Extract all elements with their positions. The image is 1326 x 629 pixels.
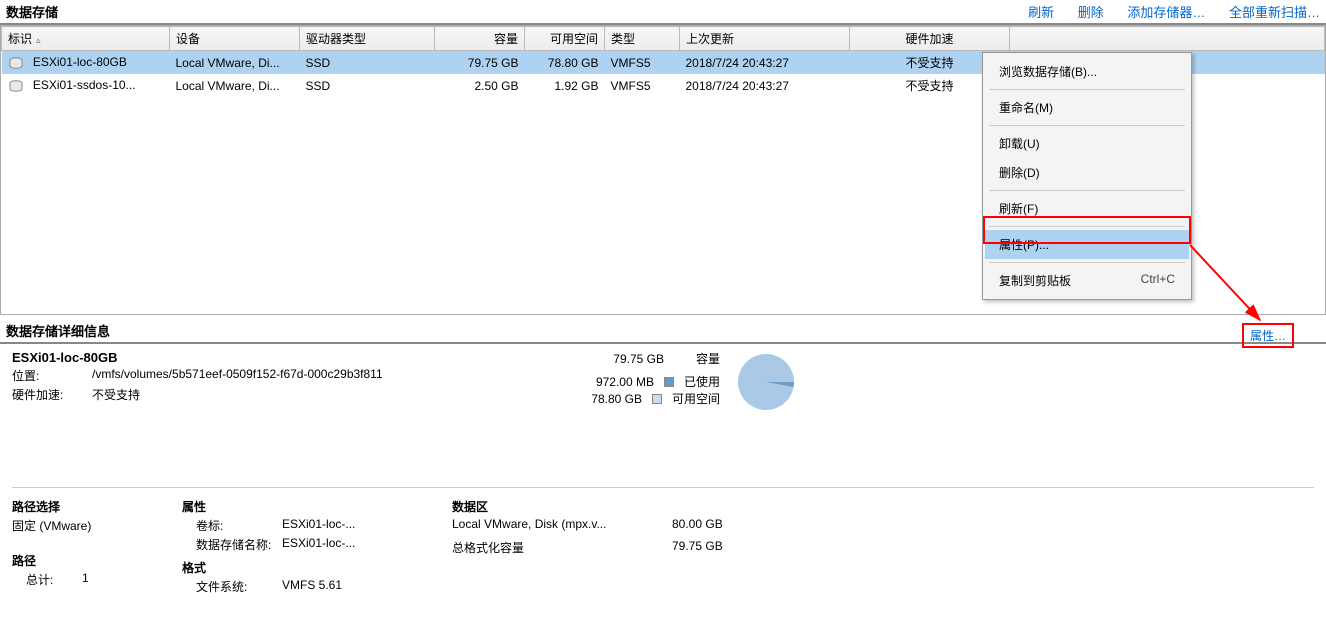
cell-last-update: 2018/7/24 20:43:27 — [680, 74, 850, 97]
attributes-heading: 属性 — [182, 498, 422, 515]
details-section-title: 数据存储详细信息 — [6, 321, 110, 340]
fmt-cap-label: 总格式化容量 — [452, 539, 662, 556]
fs-label: 文件系统: — [182, 578, 272, 595]
col-type[interactable]: 类型 — [605, 27, 680, 51]
menu-copy-shortcut: Ctrl+C — [1141, 272, 1175, 286]
datastore-icon — [8, 79, 24, 93]
free-value: 78.80 GB — [572, 392, 642, 406]
cell-device: Local VMware, Di... — [170, 74, 300, 97]
menu-unmount[interactable]: 卸载(U) — [985, 129, 1189, 158]
link-add-storage[interactable]: 添加存储器… — [1127, 5, 1205, 20]
path-select-heading: 路径选择 — [12, 498, 152, 515]
col-capacity[interactable]: 容量 — [435, 27, 525, 51]
menu-properties[interactable]: 属性(P)... — [985, 230, 1189, 259]
col-hw-accel[interactable]: 硬件加速 — [850, 27, 1010, 51]
legend-free-swatch — [652, 394, 662, 404]
menu-browse-datastore[interactable]: 浏览数据存储(B)... — [985, 57, 1189, 86]
cell-drive-type: SSD — [300, 51, 435, 75]
dsname-label: 数据存储名称: — [182, 536, 272, 553]
col-drive-type[interactable]: 驱动器类型 — [300, 27, 435, 51]
link-refresh[interactable]: 刷新 — [1028, 5, 1054, 20]
col-device[interactable]: 设备 — [170, 27, 300, 51]
details-properties-link[interactable]: 属性… — [1250, 329, 1286, 343]
cell-id: ESXi01-ssdos-10... — [33, 78, 136, 92]
label-hw-accel: 硬件加速: — [12, 386, 92, 403]
link-rescan-all[interactable]: 全部重新扫描… — [1229, 5, 1320, 20]
menu-delete[interactable]: 删除(D) — [985, 158, 1189, 187]
value-location: /vmfs/volumes/5b571eef-0509f152-f67d-000… — [92, 367, 383, 384]
extent-heading: 数据区 — [452, 498, 872, 515]
cell-capacity: 79.75 GB — [435, 51, 525, 75]
cell-id: ESXi01-loc-80GB — [33, 55, 127, 69]
section-title: 数据存储 — [6, 2, 58, 21]
fmt-cap-value: 79.75 GB — [672, 539, 723, 556]
label-location: 位置: — [12, 367, 92, 384]
paths-total-value: 1 — [82, 571, 89, 588]
volume-label-value: ESXi01-loc-... — [282, 517, 355, 534]
capacity-label: 容量 — [696, 350, 720, 367]
cell-capacity: 2.50 GB — [435, 74, 525, 97]
col-free[interactable]: 可用空间 — [525, 27, 605, 51]
col-id[interactable]: 标识▵ — [2, 27, 170, 51]
details-ds-name: ESXi01-loc-80GB — [12, 350, 532, 365]
menu-rename[interactable]: 重命名(M) — [985, 93, 1189, 122]
link-delete[interactable]: 删除 — [1078, 5, 1104, 20]
used-value: 972.00 MB — [584, 375, 654, 389]
used-label: 已使用 — [684, 373, 720, 390]
datastore-icon — [8, 56, 24, 70]
cell-device: Local VMware, Di... — [170, 51, 300, 75]
free-label: 可用空间 — [672, 390, 720, 407]
cell-drive-type: SSD — [300, 74, 435, 97]
cell-last-update: 2018/7/24 20:43:27 — [680, 51, 850, 75]
path-select-value: 固定 (VMware) — [12, 517, 152, 534]
legend-used-swatch — [664, 377, 674, 387]
context-menu: 浏览数据存储(B)... 重命名(M) 卸载(U) 删除(D) 刷新(F) 属性… — [982, 52, 1192, 300]
paths-total-label: 总计: — [12, 571, 72, 588]
cell-type: VMFS5 — [605, 74, 680, 97]
capacity-pie-icon — [734, 350, 798, 417]
cell-type: VMFS5 — [605, 51, 680, 75]
annotation-properties-link-box: 属性… — [1242, 323, 1294, 348]
extent-size: 80.00 GB — [672, 517, 723, 531]
col-spacer — [1010, 27, 1325, 51]
volume-label-label: 卷标: — [182, 517, 272, 534]
capacity-value: 79.75 GB — [594, 352, 664, 366]
cell-free: 1.92 GB — [525, 74, 605, 97]
dsname-value: ESXi01-loc-... — [282, 536, 355, 553]
menu-copy-clipboard[interactable]: 复制到剪贴板 Ctrl+C — [985, 266, 1189, 295]
paths-heading: 路径 — [12, 552, 152, 569]
fs-value: VMFS 5.61 — [282, 578, 342, 595]
format-heading: 格式 — [182, 559, 422, 576]
extent-name: Local VMware, Disk (mpx.v... — [452, 517, 662, 531]
menu-refresh[interactable]: 刷新(F) — [985, 194, 1189, 223]
cell-free: 78.80 GB — [525, 51, 605, 75]
col-last-update[interactable]: 上次更新 — [680, 27, 850, 51]
value-hw-accel: 不受支持 — [92, 386, 140, 403]
